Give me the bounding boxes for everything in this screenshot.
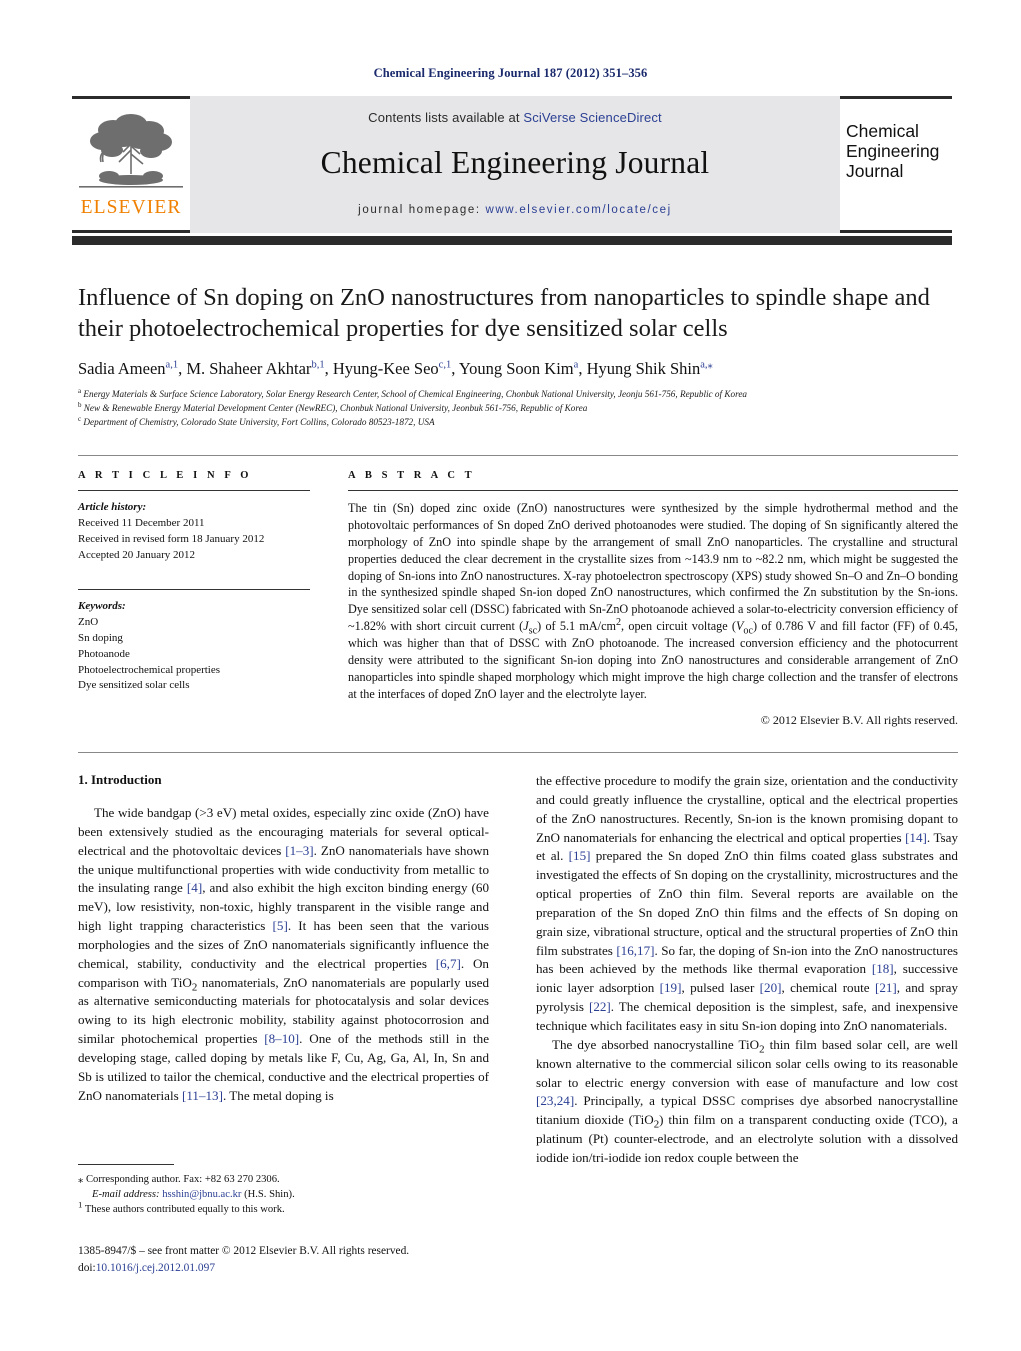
affiliation-mark-c: c [78,415,82,424]
affiliation-mark-b: b [78,401,82,410]
affiliation-text-b: New & Renewable Energy Material Developm… [83,403,588,414]
article-info-block: A R T I C L E I N F O Article history: R… [78,470,310,694]
cover-title-line-3: Journal [846,161,904,182]
keyword-4: Dye sensitized solar cells [78,679,190,692]
running-head: Chemical Engineering Journal 187 (2012) … [373,66,648,80]
intro-paragraph-right-2: The dye absorbed nanocrystalline TiO2 th… [536,1036,958,1165]
imprint-doi-line: doi:10.1016/j.cej.2012.01.097 [78,1260,508,1277]
keywords-rule [78,588,310,590]
author-list: Sadia Ameena,1, M. Shaheer Akhtarb,1, Hy… [78,358,713,378]
footnote-corresponding-text: Corresponding author. Fax: +82 63 270 23… [85,1174,280,1185]
keywords-group: Keywords: ZnO Sn doping Photoanode Photo… [78,599,310,695]
footnote-email-label: E-mail address: [92,1189,160,1201]
history-item-0: Received 11 December 2011 [78,516,205,529]
contents-prefix: Contents lists available at [368,110,524,125]
footnote-corresponding: ⁎ Corresponding author. Fax: +82 63 270 … [78,1172,489,1187]
footnote-email: E-mail address: hsshin@jbnu.ac.kr (H.S. … [78,1187,489,1202]
paper-page: Chemical Engineering Journal 187 (2012) … [0,0,1021,1351]
cover-title: Chemical Engineering Journal [846,121,939,181]
affiliation-list: a Energy Materials & Surface Science Lab… [78,388,958,430]
footnote-mark-corresponding: ⁎ [78,1174,84,1185]
article-history-label: Article history: [78,501,147,513]
doi-label: doi: [78,1262,96,1275]
sciencedirect-link[interactable]: SciVerse ScienceDirect [523,110,661,125]
journal-cover-thumbnail: Chemical Engineering Journal [840,96,952,233]
body-column-left: 1. Introduction The wide bandgap (>3 eV)… [78,772,489,1106]
doi-link[interactable]: 10.1016/j.cej.2012.01.097 [96,1262,215,1274]
masthead-center: Contents lists available at SciVerse Sci… [190,96,840,233]
imprint-block: 1385-8947/$ – see front matter © 2012 El… [78,1243,508,1277]
journal-homepage-line: journal homepage: www.elsevier.com/locat… [358,204,672,216]
section-heading-introduction: 1. Introduction [78,772,162,787]
article-info-heading: A R T I C L E I N F O [78,470,253,481]
journal-masthead: ELSEVIER Contents lists available at Sci… [72,96,952,233]
footnote-email-link[interactable]: hsshin@jbnu.ac.kr [162,1189,241,1200]
keyword-2: Photoanode [78,647,130,660]
contents-available-line: Contents lists available at SciVerse Sci… [368,110,662,125]
imprint-issn-line: 1385-8947/$ – see front matter © 2012 El… [78,1245,410,1257]
paper-title: Influence of Sn doping on ZnO nanostruct… [78,284,930,342]
abstract-bottom-rule [78,752,958,753]
affiliation-text-a: Energy Materials & Surface Science Labor… [83,389,748,400]
elsevier-wordmark: ELSEVIER [80,197,182,218]
affiliation-text-c: Department of Chemistry, Colorado State … [83,417,435,428]
footnote-block: ⁎ Corresponding author. Fax: +82 63 270 … [78,1172,489,1217]
keyword-1: Sn doping [78,631,123,644]
article-history: Article history: Received 11 December 20… [78,500,310,564]
article-info-rule [78,490,310,491]
abstract-copyright: © 2012 Elsevier B.V. All rights reserved… [760,712,958,727]
footnote-equal-contribution: 1 These authors contributed equally to t… [78,1199,489,1217]
footnote-equal-text: These authors contributed equally to thi… [84,1204,285,1216]
affiliation-b: b New & Renewable Energy Material Develo… [78,402,958,416]
intro-paragraph-right-1: the effective procedure to modify the gr… [536,773,958,1033]
abstract-rule [348,490,958,491]
elsevier-tree-icon [79,114,183,188]
keywords-label: Keywords: [78,599,126,612]
abstract-text: The tin (Sn) doped zinc oxide (ZnO) nano… [348,501,958,701]
cover-title-line-1: Chemical [846,121,919,141]
body-column-right: the effective procedure to modify the gr… [536,772,958,1168]
abstract-block: A B S T R A C T The tin (Sn) doped zinc … [348,470,958,728]
homepage-url-link[interactable]: www.elsevier.com/locate/cej [485,204,671,216]
keyword-0: ZnO [78,615,99,628]
footnote-separator [78,1164,174,1165]
affiliation-mark-a: a [78,387,82,396]
abstract-heading: A B S T R A C T [348,470,476,481]
title-block: Influence of Sn doping on ZnO nanostruct… [78,283,958,430]
elsevier-logo: ELSEVIER [72,96,190,233]
affiliation-a: a Energy Materials & Surface Science Lab… [78,388,958,402]
cover-title-line-2: Engineering [846,141,940,162]
journal-title: Chemical Engineering Journal [320,145,710,180]
affiliation-c: c Department of Chemistry, Colorado Stat… [78,416,958,430]
masthead-bottom-rule [72,236,952,245]
footnote-mark-equal: 1 [78,1199,83,1210]
keyword-3: Photoelectrochemical properties [78,663,221,676]
homepage-prefix: journal homepage: [358,204,486,216]
footnote-email-suffix: (H.S. Shin). [244,1189,295,1201]
history-item-2: Accepted 20 January 2012 [78,548,195,561]
abstract-top-rule [78,455,958,456]
intro-paragraph-left: The wide bandgap (>3 eV) metal oxides, e… [78,805,490,1103]
history-item-1: Received in revised form 18 January 2012 [78,532,265,545]
